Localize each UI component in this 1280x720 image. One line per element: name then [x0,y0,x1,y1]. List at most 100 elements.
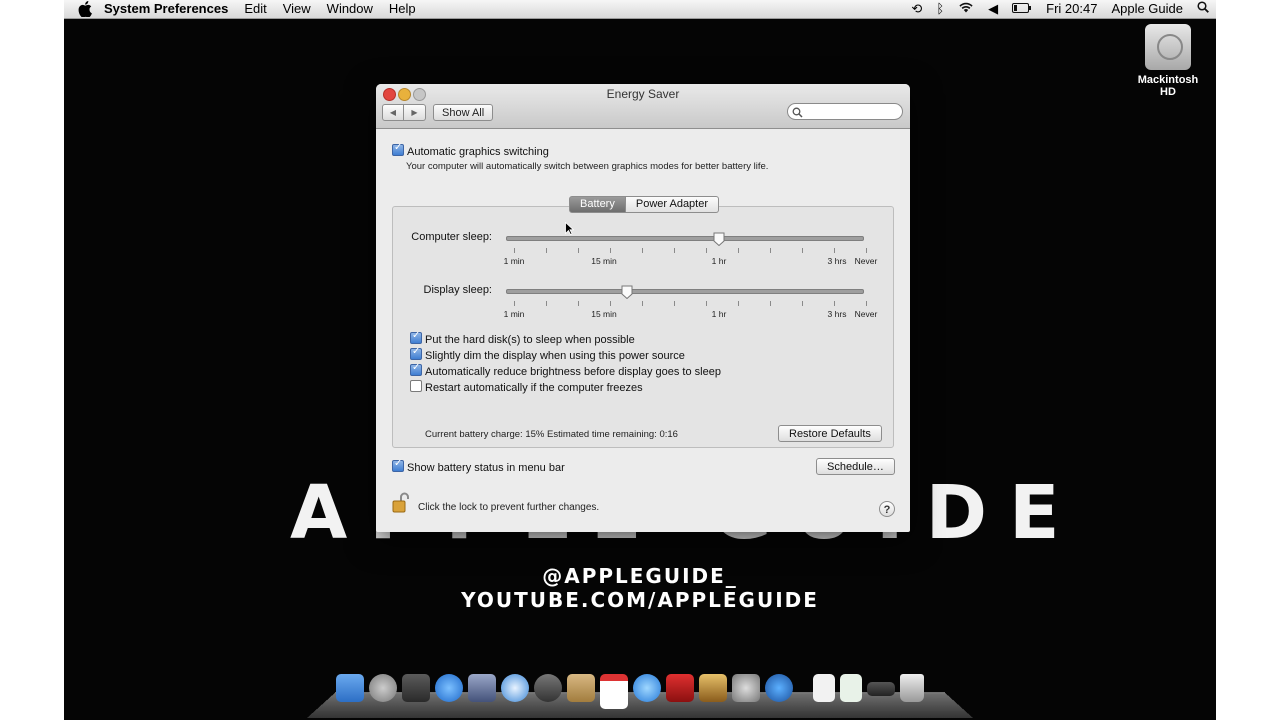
option-hard-disk-sleep[interactable]: Put the hard disk(s) to sleep when possi… [410,330,635,346]
tab-power-adapter[interactable]: Power Adapter [625,196,720,213]
slider-tick [514,248,515,253]
calendar-icon[interactable] [600,674,628,709]
option-restart-freeze[interactable]: Restart automatically if the computer fr… [410,380,643,394]
auto-graphics-description: Your computer will automatically switch … [406,161,769,172]
quicktime-icon[interactable] [765,674,793,702]
computer-sleep-scale: 1 min 15 min 1 hr 3 hrs Never [503,256,878,268]
slider-tick [674,248,675,253]
iphoto-icon[interactable] [699,674,727,702]
menu-clock[interactable]: Fri 20:47 [1039,0,1104,18]
hard-disk-icon [1145,24,1191,70]
launchpad-icon[interactable] [369,674,397,702]
tab-bar: Battery Power Adapter [569,196,720,213]
menu-window[interactable]: Window [319,0,381,18]
menu-help[interactable]: Help [381,0,424,18]
back-button[interactable]: ◀ [382,104,404,121]
spreadsheet-icon[interactable] [840,674,862,702]
display-sleep-slider[interactable] [506,289,864,294]
checkbox-hard-disk-sleep[interactable] [410,330,422,344]
facetime-icon[interactable] [534,674,562,702]
slider-tick [866,248,867,253]
slider-tick [546,248,547,253]
help-button[interactable]: ? [879,501,895,517]
scale-label: 3 hrs [827,309,847,319]
checkbox-show-battery[interactable] [392,458,404,472]
dock-icons [336,674,924,709]
mackintosh-hd-icon[interactable]: Mackintosh HD [1132,24,1204,98]
energy-saver-window: Energy Saver ◀ ▶ Show All Automatic grap… [376,84,910,532]
bluetooth-icon[interactable]: ᛒ [929,0,951,18]
slider-tick [610,248,611,253]
checkbox-auto-graphics[interactable] [392,142,404,156]
slider-tick [610,301,611,306]
finder-icon[interactable] [336,674,364,702]
contacts-icon[interactable] [567,674,595,702]
battery-icon[interactable] [1005,0,1039,18]
slider-tick [514,301,515,306]
slider-tick [866,301,867,306]
slider-tick [770,248,771,253]
computer-sleep-slider-knob[interactable] [713,232,725,246]
watermark-handle: @APPLEGUIDE_ [542,564,738,588]
window-titlebar[interactable]: Energy Saver ◀ ▶ Show All [376,84,910,129]
auto-graphics-checkbox[interactable]: Automatic graphics switching [392,142,549,158]
wifi-icon[interactable] [951,0,981,18]
mission-control-icon[interactable] [402,674,430,702]
option-label: Slightly dim the display when using this… [425,350,685,362]
slider-tick [738,248,739,253]
system-preferences-icon[interactable] [732,674,760,702]
photo-booth-icon[interactable] [666,674,694,702]
show-battery-label: Show battery status in menu bar [407,462,565,474]
menu-view[interactable]: View [275,0,319,18]
slider-tick [578,248,579,253]
time-machine-icon[interactable]: ⟲ [904,0,929,18]
search-input[interactable] [787,103,903,120]
option-reduce-brightness[interactable]: Automatically reduce brightness before d… [410,362,721,378]
display-sleep-scale: 1 min 15 min 1 hr 3 hrs Never [503,309,878,321]
restore-defaults-button[interactable]: Restore Defaults [778,425,882,442]
unlocked-padlock-icon[interactable] [392,492,410,514]
schedule-button[interactable]: Schedule… [816,458,895,475]
slider-tick [834,248,835,253]
app-store-icon[interactable] [435,674,463,702]
xcode-icon[interactable] [468,674,496,702]
menu-edit[interactable]: Edit [236,0,274,18]
checkbox-reduce-brightness[interactable] [410,362,422,376]
computer-sleep-ticks [506,248,867,256]
slider-tick [802,248,803,253]
scale-label: 1 min [503,256,525,266]
apple-menu-icon[interactable] [78,1,92,17]
menu-user[interactable]: Apple Guide [1104,0,1190,18]
option-label: Restart automatically if the computer fr… [425,382,643,394]
option-dim-display[interactable]: Slightly dim the display when using this… [410,346,685,362]
watermark-url: YOUTUBE.COM/APPLEGUIDE [461,588,819,612]
safari-icon[interactable] [501,674,529,702]
itunes-icon[interactable] [633,674,661,702]
slider-tick [642,301,643,306]
dock-spacer [798,674,808,702]
display-sleep-slider-knob[interactable] [621,285,633,299]
computer-sleep-label: Computer sleep: [411,231,492,243]
tab-battery[interactable]: Battery [569,196,626,213]
spotlight-icon[interactable] [1190,0,1216,18]
scale-label: Never [854,256,878,266]
mouse-cursor-icon [565,222,574,235]
show-all-button[interactable]: Show All [433,104,494,121]
display-sleep-ticks [506,301,867,309]
slider-tick [834,301,835,306]
slider-tick [738,301,739,306]
search-icon [792,107,803,118]
computer-sleep-slider[interactable] [506,236,864,241]
downloads-stack-icon[interactable] [867,682,895,696]
dock [307,672,973,720]
checkbox-dim-display[interactable] [410,346,422,360]
volume-icon[interactable]: ◀ [981,0,1005,18]
show-battery-checkbox[interactable]: Show battery status in menu bar [392,458,565,474]
checkbox-restart-freeze[interactable] [410,380,422,392]
document-icon[interactable] [813,674,835,702]
forward-button[interactable]: ▶ [404,104,426,121]
scale-label: 1 min [503,309,525,319]
slider-tick [642,248,643,253]
trash-icon[interactable] [900,674,924,702]
menu-app-name[interactable]: System Preferences [96,0,236,18]
